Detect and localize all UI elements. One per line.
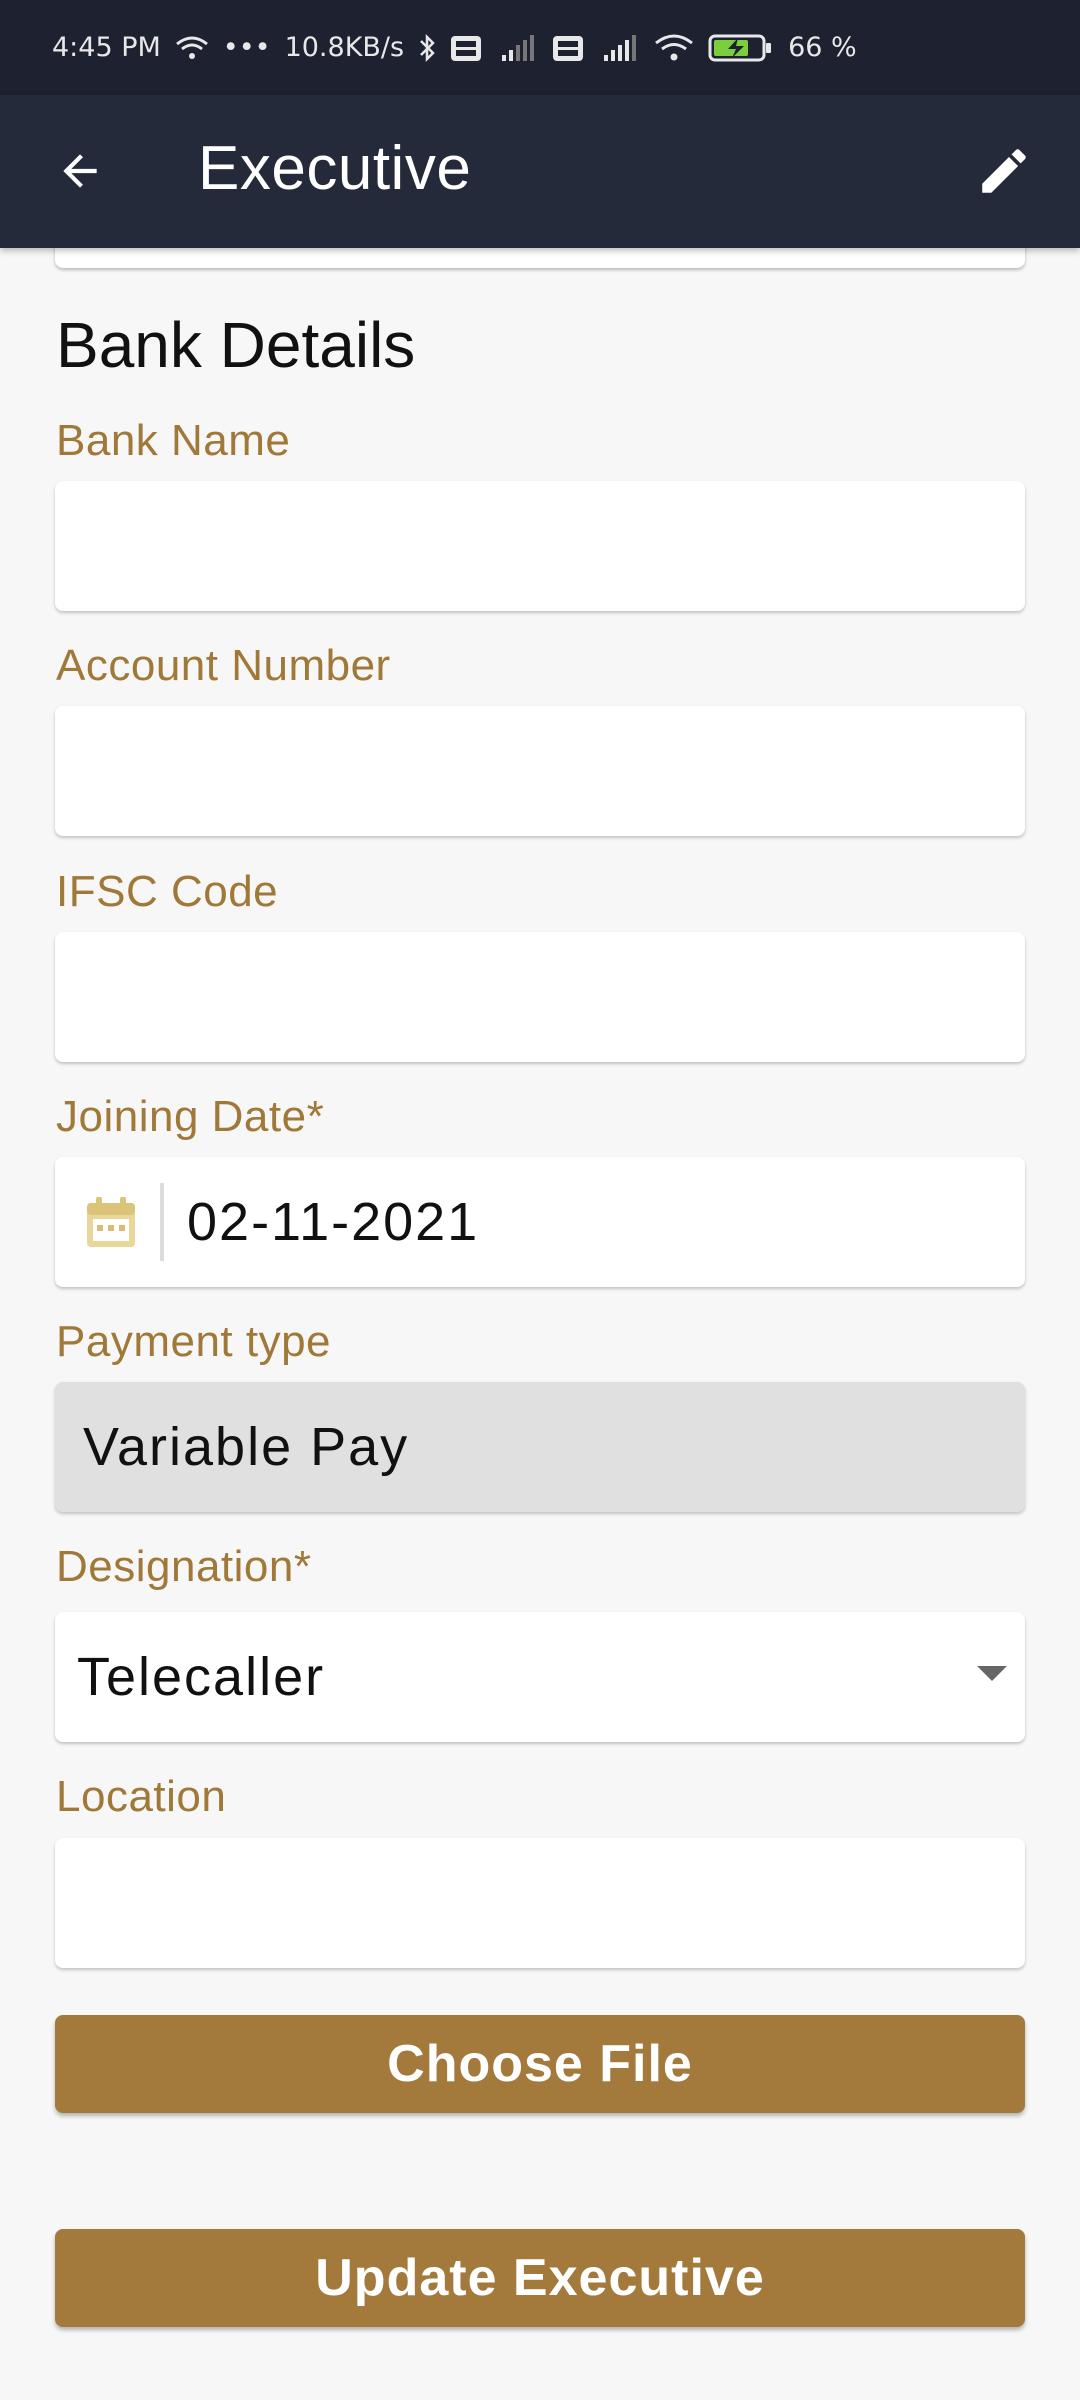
ifsc-code-input[interactable] <box>55 932 1025 1062</box>
bluetooth-icon <box>418 33 436 63</box>
joining-date-label: Joining Date* <box>56 1092 325 1141</box>
edit-button[interactable] <box>968 135 1040 207</box>
location-input[interactable] <box>55 1838 1025 1968</box>
joining-date-field[interactable]: 02-11-2021 <box>55 1157 1025 1287</box>
calendar-icon[interactable] <box>83 1195 139 1251</box>
payment-type-field: Variable Pay <box>55 1382 1025 1512</box>
bank-name-label: Bank Name <box>56 416 291 465</box>
update-executive-button[interactable]: Update Executive <box>55 2229 1025 2327</box>
volte-icon-2 <box>552 33 586 63</box>
bank-name-input[interactable] <box>55 481 1025 611</box>
battery-icon <box>708 33 774 63</box>
designation-value: Telecaller <box>77 1647 326 1707</box>
network-speed: 10.8KB/s <box>284 32 405 63</box>
signal-icon <box>498 33 538 63</box>
volte-icon <box>450 33 484 63</box>
designation-label: Designation* <box>56 1542 312 1591</box>
account-number-input[interactable] <box>55 706 1025 836</box>
location-label: Location <box>56 1772 227 1821</box>
payment-type-value: Variable Pay <box>83 1417 410 1477</box>
status-bar: 4:45 PM ••• 10.8KB/s 66 % <box>0 0 1080 95</box>
date-divider <box>160 1183 164 1261</box>
choose-file-button[interactable]: Choose File <box>55 2015 1025 2113</box>
back-button[interactable] <box>44 135 116 207</box>
section-title: Bank Details <box>56 309 416 381</box>
app-bar: Executive <box>0 95 1080 248</box>
account-number-label: Account Number <box>56 641 391 690</box>
ifsc-code-label: IFSC Code <box>56 867 279 916</box>
status-time: 4:45 PM <box>52 32 161 63</box>
signal-icon-2 <box>600 33 640 63</box>
chevron-down-icon <box>977 1666 1007 1681</box>
payment-type-label: Payment type <box>56 1317 332 1366</box>
page-title: Executive <box>198 134 472 203</box>
more-dots: ••• <box>222 32 271 63</box>
arrow-back-icon <box>63 154 97 188</box>
wifi-icon <box>175 35 209 61</box>
joining-date-value: 02-11-2021 <box>187 1192 480 1252</box>
battery-percent: 66 % <box>788 32 857 63</box>
wifi-icon-2 <box>654 33 694 63</box>
pencil-icon <box>982 149 1026 193</box>
designation-dropdown[interactable]: Telecaller <box>55 1612 1025 1742</box>
